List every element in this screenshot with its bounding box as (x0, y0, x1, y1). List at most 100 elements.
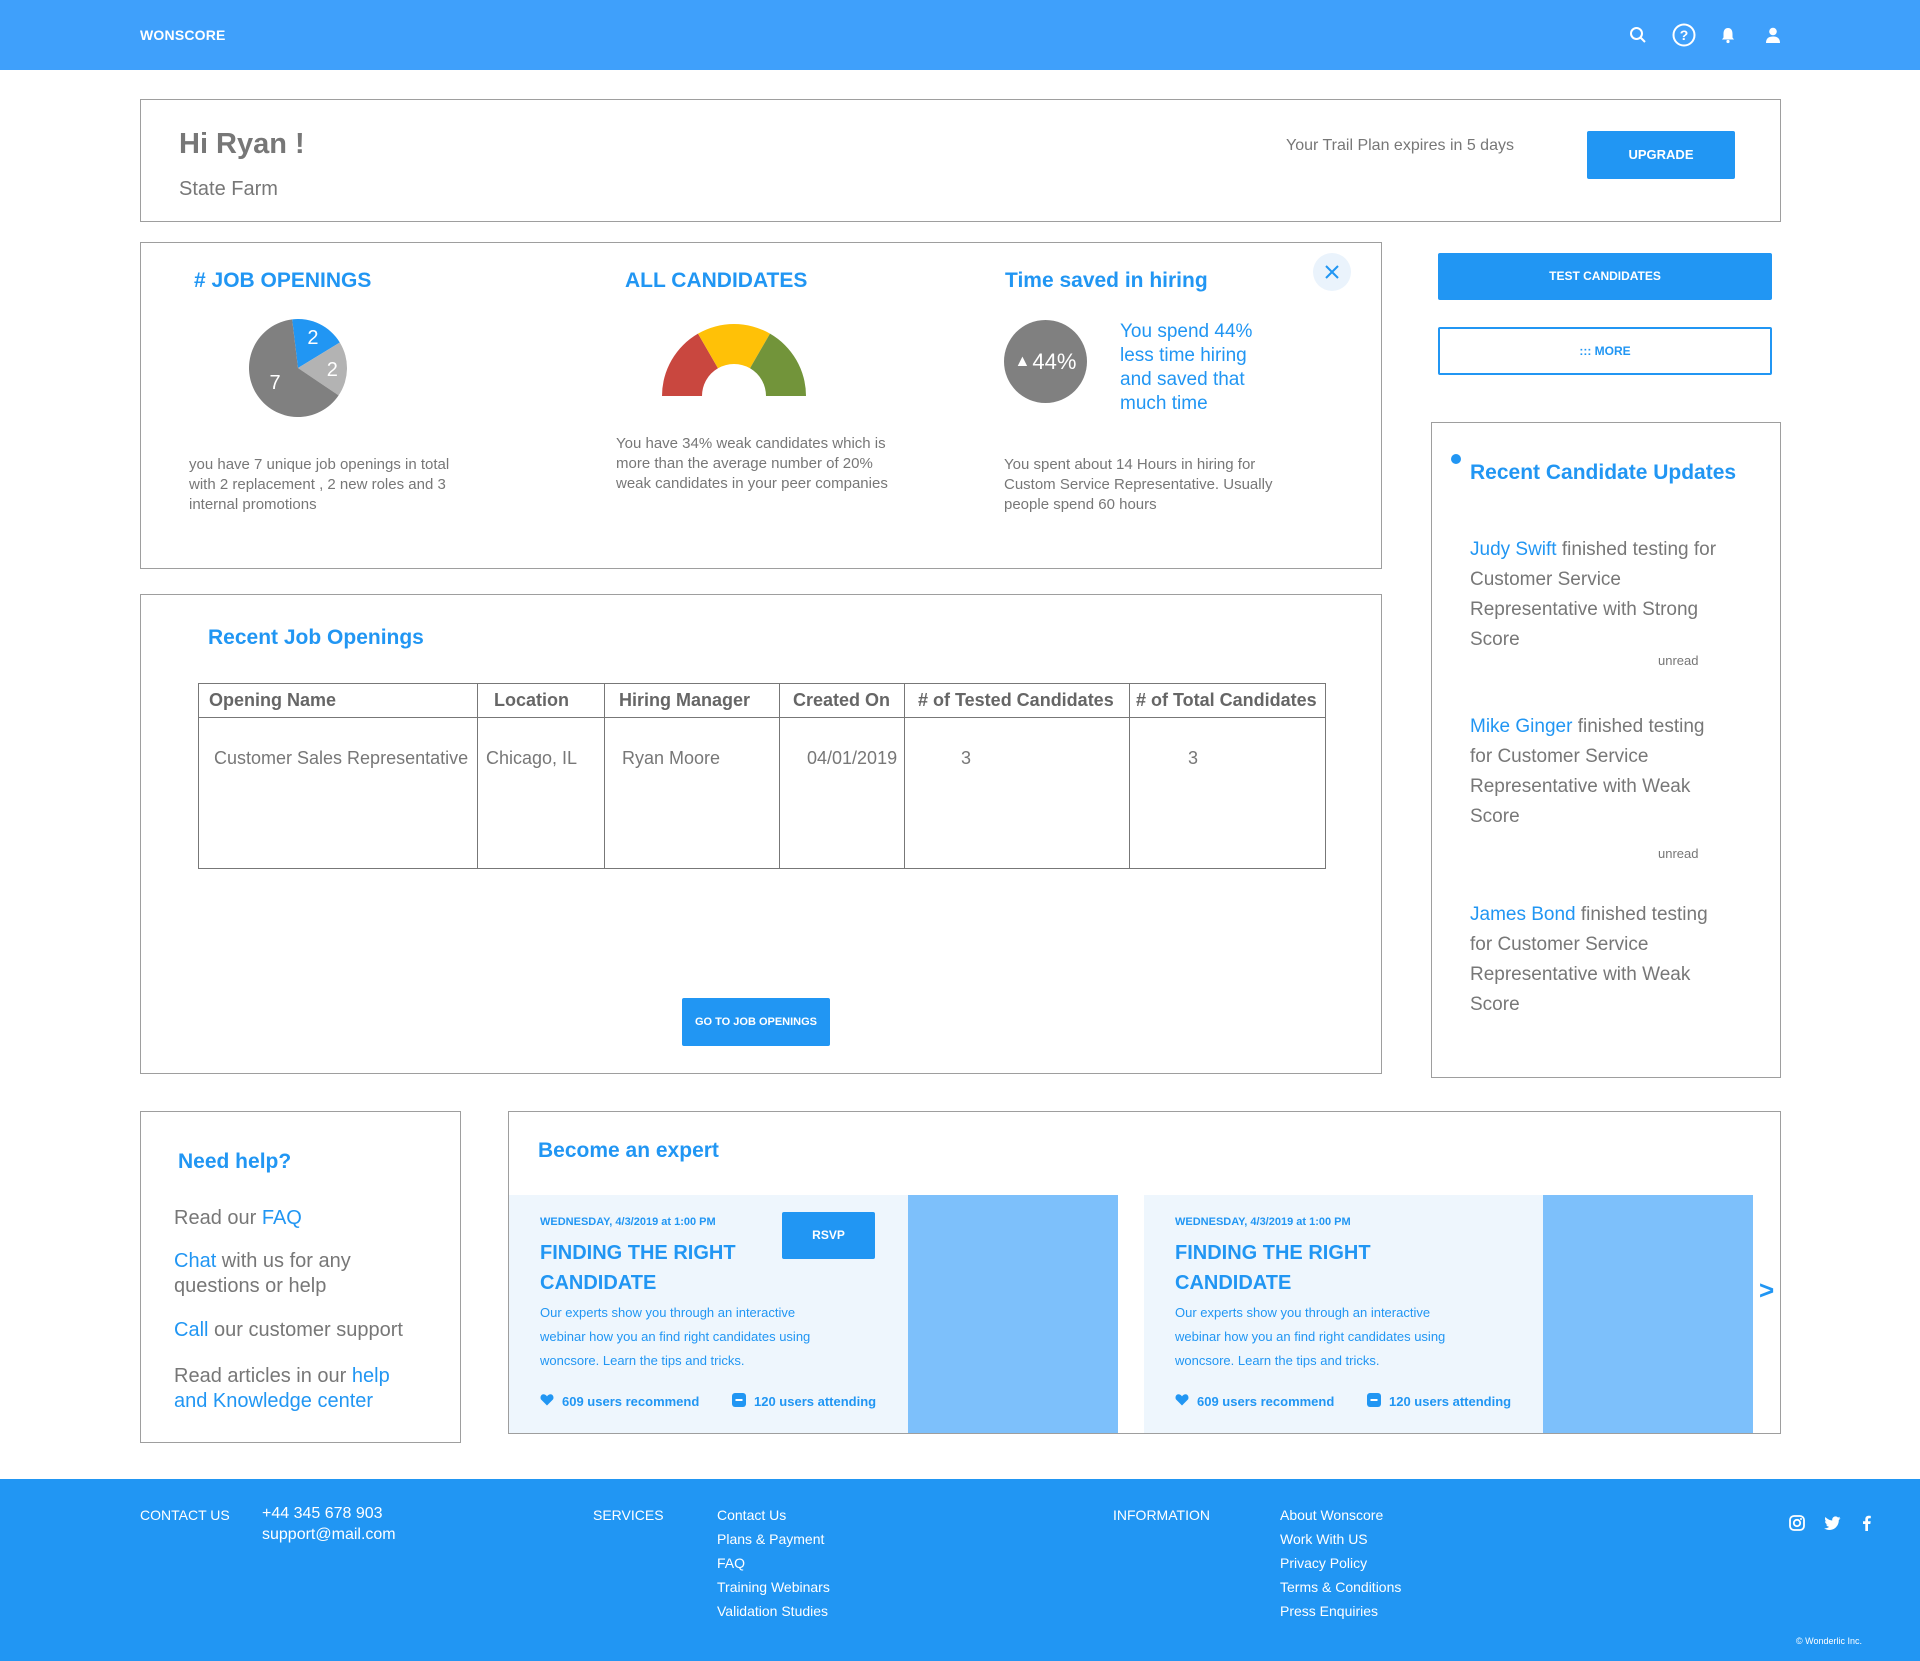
expert-title: Become an expert (538, 1139, 719, 1162)
brand-logo[interactable]: WONSCORE (140, 27, 226, 43)
help-faq-prefix: Read our (174, 1207, 262, 1229)
webinar-attending: 120 users attending (732, 1393, 876, 1410)
webinar-title[interactable]: FINDING THE RIGHT CANDIDATE (1175, 1238, 1395, 1298)
webinar-attending-text: 120 users attending (1389, 1394, 1512, 1409)
webinar-description: Our experts show you through an interact… (1175, 1305, 1446, 1368)
help-title: Need help? (178, 1150, 292, 1173)
call-link[interactable]: Call (174, 1319, 208, 1341)
top-bar: WONSCORE ? (0, 0, 1920, 70)
unread-dot-icon (1451, 454, 1461, 464)
footer-link[interactable]: Privacy Policy (1280, 1551, 1401, 1575)
update-status: unread (1658, 846, 1699, 861)
time-saved-highlight: You spend 44% less time hiring and saved… (1120, 321, 1253, 414)
column-header[interactable]: # of Total Candidates (1129, 683, 1326, 718)
more-button[interactable]: ::: MORE (1438, 327, 1772, 375)
job-openings-description: you have 7 unique job openings in total … (189, 456, 450, 513)
next-arrow-icon[interactable]: > (1759, 1275, 1774, 1306)
footer-information-list: About Wonscore Work With US Privacy Poli… (1280, 1503, 1401, 1623)
webinar-card[interactable]: WEDNESDAY, 4/3/2019 at 1:00 PM FINDING T… (1144, 1195, 1753, 1433)
table-row[interactable]: Customer Sales Representative Chicago, I… (198, 717, 1326, 869)
search-icon[interactable] (1625, 22, 1651, 48)
go-to-job-openings-button[interactable]: GO TO JOB OPENINGS (682, 998, 830, 1046)
facebook-icon[interactable] (1862, 1515, 1871, 1534)
column-header[interactable]: Hiring Manager (604, 683, 780, 718)
footer: CONTACT US +44 345 678 903 support@mail.… (0, 1479, 1920, 1661)
rsvp-button[interactable]: RSVP (782, 1212, 875, 1259)
time-saved-percent: 44% (1032, 348, 1077, 374)
help-faq: Read our FAQ (174, 1206, 434, 1231)
webinar-recommend-text: 609 users recommend (1197, 1393, 1335, 1409)
webinar-date: WEDNESDAY, 4/3/2019 at 1:00 PM (540, 1216, 716, 1228)
footer-link[interactable]: Contact Us (717, 1503, 830, 1527)
instagram-icon[interactable] (1789, 1515, 1805, 1534)
webinar-attending-text: 120 users attending (754, 1394, 877, 1409)
job-openings-pie-chart: 22 7 (248, 319, 347, 417)
column-header[interactable]: # of Tested Candidates (904, 683, 1130, 718)
bell-icon[interactable] (1715, 22, 1741, 48)
column-header[interactable]: Opening Name (198, 683, 478, 718)
webinar-recommend-text: 609 users recommend (562, 1393, 700, 1409)
update-item[interactable]: Judy Swift finished testing for Customer… (1470, 535, 1730, 655)
webinar-title[interactable]: FINDING THE RIGHT CANDIDATE (540, 1238, 760, 1298)
footer-link[interactable]: Work With US (1280, 1527, 1401, 1551)
webinar-recommend: 609 users recommend (1175, 1393, 1334, 1409)
faq-link[interactable]: FAQ (262, 1207, 302, 1229)
footer-link[interactable]: Plans & Payment (717, 1527, 830, 1551)
heart-icon (1175, 1393, 1189, 1409)
footer-link[interactable]: FAQ (717, 1551, 830, 1575)
update-item[interactable]: Mike Ginger finished testing for Custome… (1470, 712, 1730, 832)
footer-link[interactable]: Press Enquiries (1280, 1599, 1401, 1623)
update-item[interactable]: James Bond finished testing for Customer… (1470, 900, 1730, 1020)
webinar-card[interactable]: WEDNESDAY, 4/3/2019 at 1:00 PM FINDING T… (509, 1195, 1118, 1433)
footer-link[interactable]: Terms & Conditions (1280, 1575, 1401, 1599)
created-on-cell: 04/01/2019 (779, 717, 905, 869)
column-header[interactable]: Location (477, 683, 605, 718)
table-header-row: Opening Name Location Hiring Manager Cre… (198, 683, 1326, 718)
minus-badge-icon (1367, 1393, 1381, 1410)
candidates-gauge (662, 324, 806, 396)
footer-phone[interactable]: +44 345 678 903 (262, 1505, 383, 1523)
webinar-attending: 120 users attending (1367, 1393, 1511, 1410)
time-saved-title: Time saved in hiring (1005, 269, 1208, 292)
footer-link[interactable]: Validation Studies (717, 1599, 830, 1623)
location-cell: Chicago, IL (477, 717, 605, 869)
candidate-name-link[interactable]: Judy Swift (1470, 539, 1557, 560)
footer-copyright: © Wonderlic Inc. (1796, 1636, 1862, 1646)
help-articles-prefix: Read articles in our (174, 1365, 352, 1387)
tested-candidates-cell: 3 (904, 717, 1130, 869)
footer-link[interactable]: About Wonscore (1280, 1503, 1401, 1527)
user-icon[interactable] (1760, 22, 1786, 48)
job-openings-table: Opening Name Location Hiring Manager Cre… (198, 683, 1326, 869)
update-status: unread (1658, 653, 1699, 668)
help-icon[interactable]: ? (1671, 22, 1697, 48)
up-arrow-icon: ▲ (1014, 352, 1031, 370)
close-icon[interactable] (1313, 253, 1351, 291)
twitter-icon[interactable] (1824, 1516, 1841, 1534)
help-call: Call our customer support (174, 1318, 434, 1343)
footer-services-heading: SERVICES (593, 1507, 664, 1523)
webinar-image (908, 1195, 1118, 1433)
all-candidates-description: You have 34% weak candidates which is mo… (616, 435, 888, 492)
footer-services-list: Contact Us Plans & Payment FAQ Training … (717, 1503, 830, 1623)
company-name: State Farm (179, 178, 278, 200)
column-header[interactable]: Created On (779, 683, 905, 718)
pie-slice-label: 2 (327, 359, 338, 381)
upgrade-button[interactable]: UPGRADE (1587, 131, 1735, 179)
help-panel: Need help? Read our FAQ Chat with us for… (140, 1111, 461, 1443)
help-articles: Read articles in our help and Knowledge … (174, 1364, 414, 1414)
opening-name-cell[interactable]: Customer Sales Representative (198, 717, 478, 869)
greeting-title: Hi Ryan ! (179, 128, 305, 160)
candidate-name-link[interactable]: Mike Ginger (1470, 716, 1572, 737)
footer-link[interactable]: Training Webinars (717, 1575, 830, 1599)
job-openings-panel-title: Recent Job Openings (208, 626, 424, 649)
candidate-name-link[interactable]: James Bond (1470, 904, 1576, 925)
greeting-panel: Hi Ryan ! State Farm Your Trail Plan exp… (140, 99, 1781, 222)
chat-link[interactable]: Chat (174, 1250, 216, 1272)
pie-slice-label: 2 (307, 327, 318, 349)
footer-email[interactable]: support@mail.com (262, 1526, 396, 1544)
help-call-suffix: our customer support (208, 1319, 403, 1341)
candidate-updates-title: Recent Candidate Updates (1470, 461, 1737, 484)
expert-panel: Become an expert WEDNESDAY, 4/3/2019 at … (508, 1111, 1781, 1434)
webinar-recommend: 609 users recommend (540, 1393, 699, 1409)
test-candidates-button[interactable]: TEST CANDIDATES (1438, 253, 1772, 300)
